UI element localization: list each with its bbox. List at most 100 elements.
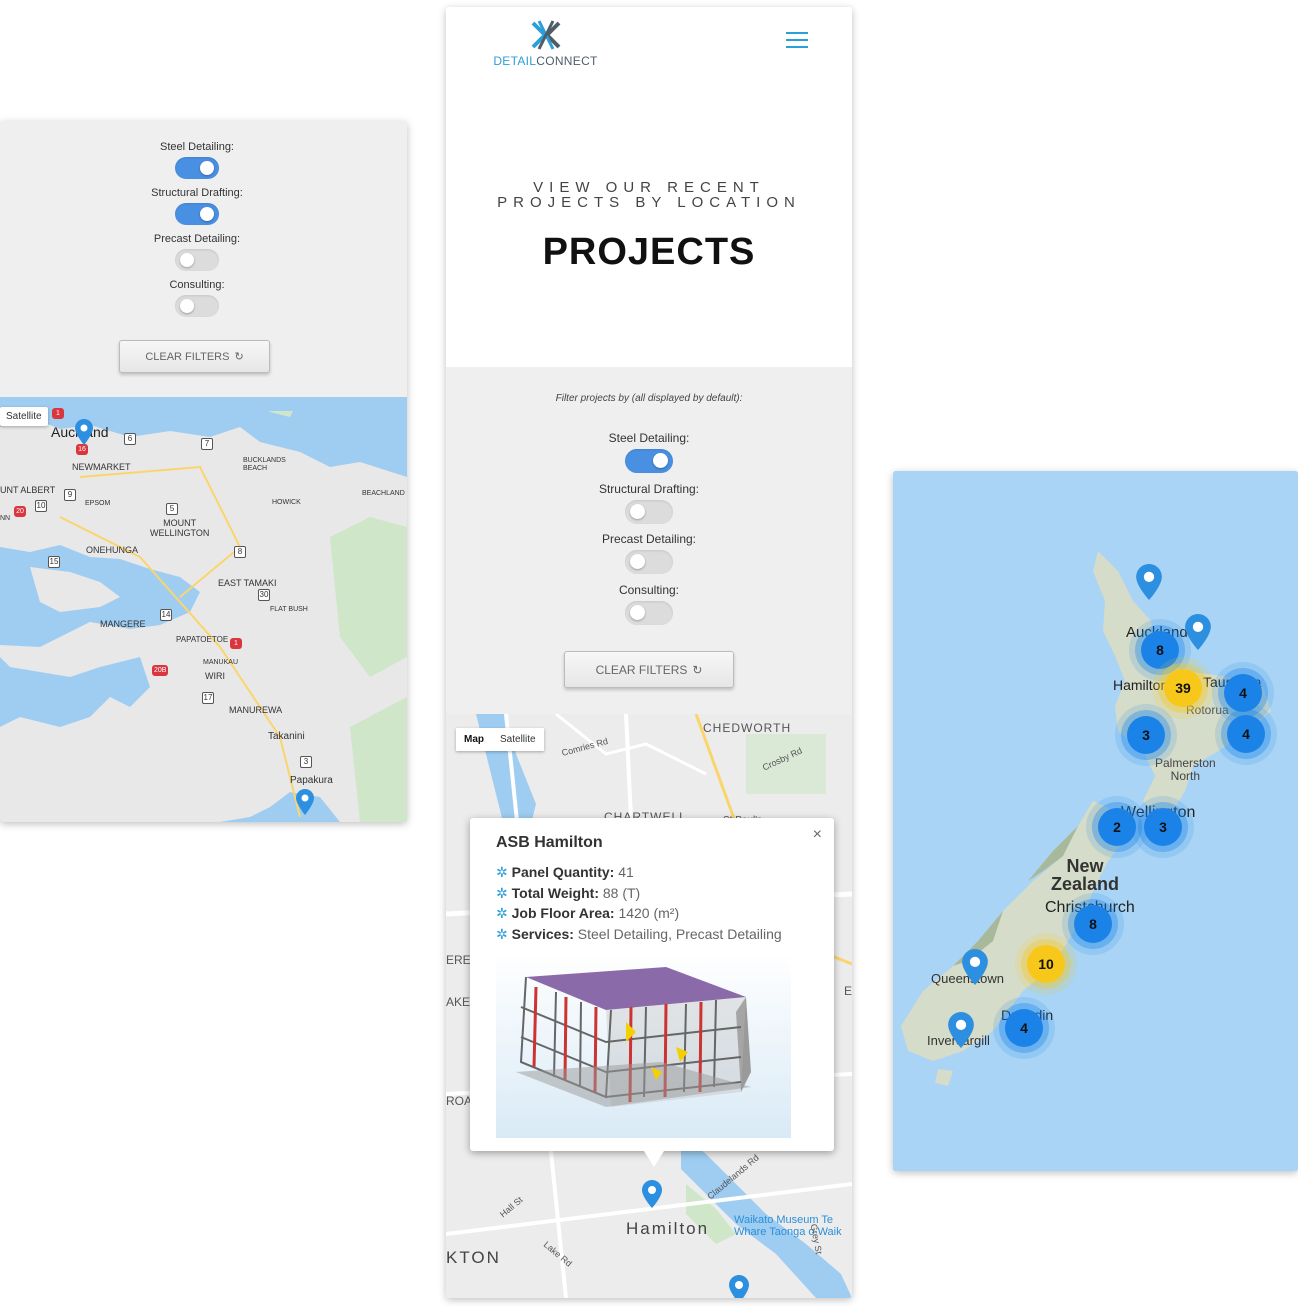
map-pin-icon[interactable] — [296, 789, 314, 815]
cluster-marker[interactable]: 10 — [1027, 945, 1065, 983]
map-pin-icon[interactable] — [962, 949, 988, 985]
precast-detailing-toggle[interactable] — [625, 550, 673, 574]
map-label-howick: HOWICK — [272, 499, 301, 506]
logo-detail-text: DETAIL — [493, 54, 537, 68]
clear-filters-button[interactable]: CLEAR FILTERS ↻ — [564, 651, 734, 688]
map-tab[interactable]: Map — [456, 728, 492, 751]
page-header: DETAILCONNECT VIEW OUR RECENT PROJECTS B… — [446, 7, 852, 367]
map-pin-icon[interactable] — [642, 1180, 662, 1208]
highway-shield: 20 — [14, 506, 26, 517]
road-shield: 30 — [258, 589, 270, 601]
map-label-hamilton: Hamilton — [1113, 677, 1169, 693]
map-label-ake: AKE — [446, 995, 471, 1009]
detailconnect-bullet-icon: ✲ — [496, 884, 508, 901]
consulting-toggle[interactable] — [625, 601, 673, 625]
page-title: PROJECTS — [542, 231, 756, 273]
middle-panel: DETAILCONNECT VIEW OUR RECENT PROJECTS B… — [446, 7, 852, 1298]
filter-consulting: Consulting: — [97, 279, 297, 317]
popup-row-value: 88 (T) — [602, 884, 641, 901]
satellite-tab[interactable]: Satellite — [492, 728, 544, 751]
map-label-e: E — [844, 984, 852, 998]
popup-row: ✲ Total Weight: 88 (T) — [496, 883, 782, 904]
precast-detailing-toggle[interactable] — [175, 249, 219, 271]
cluster-marker[interactable]: 4 — [1005, 1009, 1043, 1047]
detailconnect-bullet-icon: ✲ — [496, 864, 508, 880]
filter-panel: Steel Detailing: Structural Drafting: Pr… — [0, 121, 407, 397]
detailconnect-bullet-icon: ✲ — [496, 925, 508, 942]
cluster-marker[interactable]: 8 — [1074, 905, 1112, 943]
filter-consulting: Consulting: — [549, 583, 749, 625]
map-label-east-tamaki: EAST TAMAKI — [218, 578, 277, 588]
popup-row-value: Steel Detailing, Precast Detailing — [577, 925, 782, 942]
cluster-marker[interactable]: 39 — [1164, 669, 1202, 707]
cluster-marker[interactable]: 4 — [1227, 715, 1265, 753]
map-background — [0, 397, 407, 822]
steel-detailing-toggle[interactable] — [625, 449, 673, 473]
structural-drafting-toggle[interactable] — [625, 500, 673, 524]
consulting-toggle[interactable] — [175, 295, 219, 317]
cluster-marker[interactable]: 8 — [1141, 631, 1179, 669]
hamburger-menu-icon[interactable] — [786, 32, 808, 48]
map-label-onehunga: ONEHUNGA — [86, 545, 139, 555]
filter-precast-detailing: Precast Detailing: — [549, 532, 749, 574]
cluster-marker[interactable]: 3 — [1144, 808, 1182, 846]
road-shield: 14 — [160, 609, 172, 621]
highway-shield: 1 — [52, 408, 64, 419]
popup-row: ✲ Panel Quantity: 41 — [496, 862, 782, 883]
project-model-image[interactable] — [496, 952, 791, 1138]
popup-arrow — [644, 1151, 664, 1167]
map-pin-icon[interactable] — [729, 1275, 749, 1298]
logo[interactable]: DETAILCONNECT — [488, 19, 603, 68]
filter-steel-detailing: Steel Detailing: — [97, 141, 297, 179]
map-label-roa: ROA — [446, 1094, 473, 1108]
cluster-marker[interactable]: 4 — [1224, 674, 1262, 712]
structural-drafting-toggle[interactable] — [175, 203, 219, 225]
close-icon[interactable]: × — [813, 826, 822, 844]
road-shield: 6 — [124, 433, 136, 445]
map-label-takanini: Takanini — [268, 731, 305, 742]
detailconnect-logo-icon — [531, 20, 560, 50]
new-zealand-map[interactable]: Auckland Hamilton Tauranga Rotorua Palme… — [893, 471, 1298, 1171]
map-label-beachlands: BEACHLAND — [362, 490, 405, 497]
road-shield: 5 — [166, 503, 178, 515]
clear-filters-button[interactable]: CLEAR FILTERS ↻ — [119, 340, 270, 373]
cluster-marker[interactable]: 3 — [1127, 716, 1165, 754]
map-label-mount-albert: UNT ALBERT — [0, 485, 56, 495]
filter-label: Steel Detailing: — [160, 141, 234, 153]
clear-filters-label: CLEAR FILTERS — [145, 350, 230, 363]
road-shield: 7 — [201, 438, 213, 450]
highway-shield: 16 — [76, 444, 88, 455]
map-pin-icon[interactable] — [75, 419, 93, 445]
filter-label: Consulting: — [169, 279, 225, 291]
map-label-epsom: EPSOM — [85, 500, 111, 507]
highway-shield: 20B — [152, 665, 169, 676]
auckland-map[interactable]: Satellite Auckland NEWMARKET UNT ALBERT … — [0, 397, 407, 822]
filter-label: Precast Detailing: — [153, 233, 241, 245]
road-shield: 15 — [48, 556, 60, 568]
filter-label: Structural Drafting: — [151, 187, 243, 199]
steel-detailing-toggle[interactable] — [175, 157, 219, 179]
map-pin-icon[interactable] — [1185, 614, 1211, 650]
popup-row-value: 1420 (m²) — [618, 905, 680, 921]
map-label-papakura: Papakura — [290, 775, 333, 786]
filter-precast-detailing: Precast Detailing: — [97, 233, 297, 271]
logo-connect-text: CONNECT — [536, 54, 598, 68]
popup-row-label: Total Weight: — [511, 884, 599, 901]
map-label-chedworth: CHEDWORTH — [703, 721, 792, 735]
map-pin-icon[interactable] — [948, 1012, 974, 1048]
cluster-marker[interactable]: 2 — [1098, 808, 1136, 846]
refresh-icon: ↻ — [234, 351, 244, 363]
map-label-kton: KTON — [446, 1248, 501, 1267]
satellite-tab[interactable]: Satellite — [0, 407, 48, 426]
filter-label: Steel Detailing: — [608, 431, 690, 445]
map-pin-icon[interactable] — [1136, 564, 1162, 600]
popup-row-label: Panel Quantity: — [511, 864, 615, 880]
map-label-mangere: MANGERE — [100, 619, 146, 629]
hamilton-map[interactable]: Map Satellite CHEDWORTH Comries Rd Crosb… — [446, 714, 852, 1298]
filter-label: Consulting: — [618, 583, 680, 597]
map-label-manurewa: MANUREWA — [229, 705, 283, 715]
map-label-flat-bush: FLAT BUSH — [270, 606, 308, 613]
project-info-popup: ASB Hamilton × ✲ Panel Quantity: 41 ✲ To… — [470, 818, 834, 1167]
map-type-control: Map Satellite — [456, 728, 544, 751]
road-shield: 8 — [234, 546, 246, 558]
